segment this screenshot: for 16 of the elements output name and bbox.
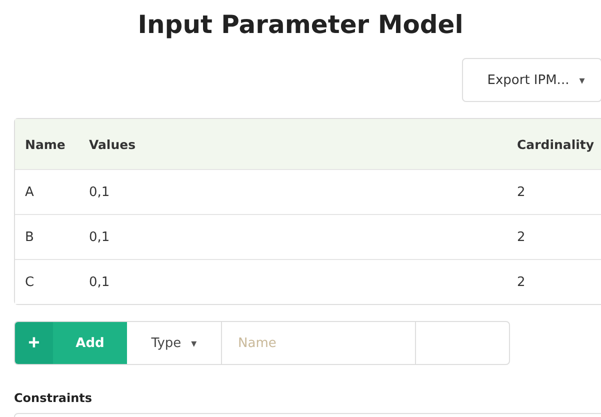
column-header: Cardinality <box>517 136 596 152</box>
table-cell-text: 0,1 <box>89 230 111 244</box>
table-cell-text: 0,1 <box>89 274 111 290</box>
table-cell-text: 2 <box>517 184 526 200</box>
table-cell-text: 2 <box>517 230 526 244</box>
export-dropdown[interactable]: Export IPM... ▾ <box>462 58 601 102</box>
table-cell-text: A <box>25 184 35 200</box>
column-header: Values <box>89 136 137 152</box>
table-cell-text: 2 <box>517 274 526 290</box>
constraints-label: Constraints <box>14 391 94 405</box>
table-cell-text: 0,1 <box>89 184 111 200</box>
table-cell-text: B <box>25 230 35 244</box>
add-parameter-bar[interactable]: + Add Type ▾ Name <box>14 321 510 365</box>
column-header: Name <box>25 136 66 152</box>
table-cell-text: C <box>25 274 36 290</box>
page-title: Input Parameter Model <box>136 9 464 41</box>
